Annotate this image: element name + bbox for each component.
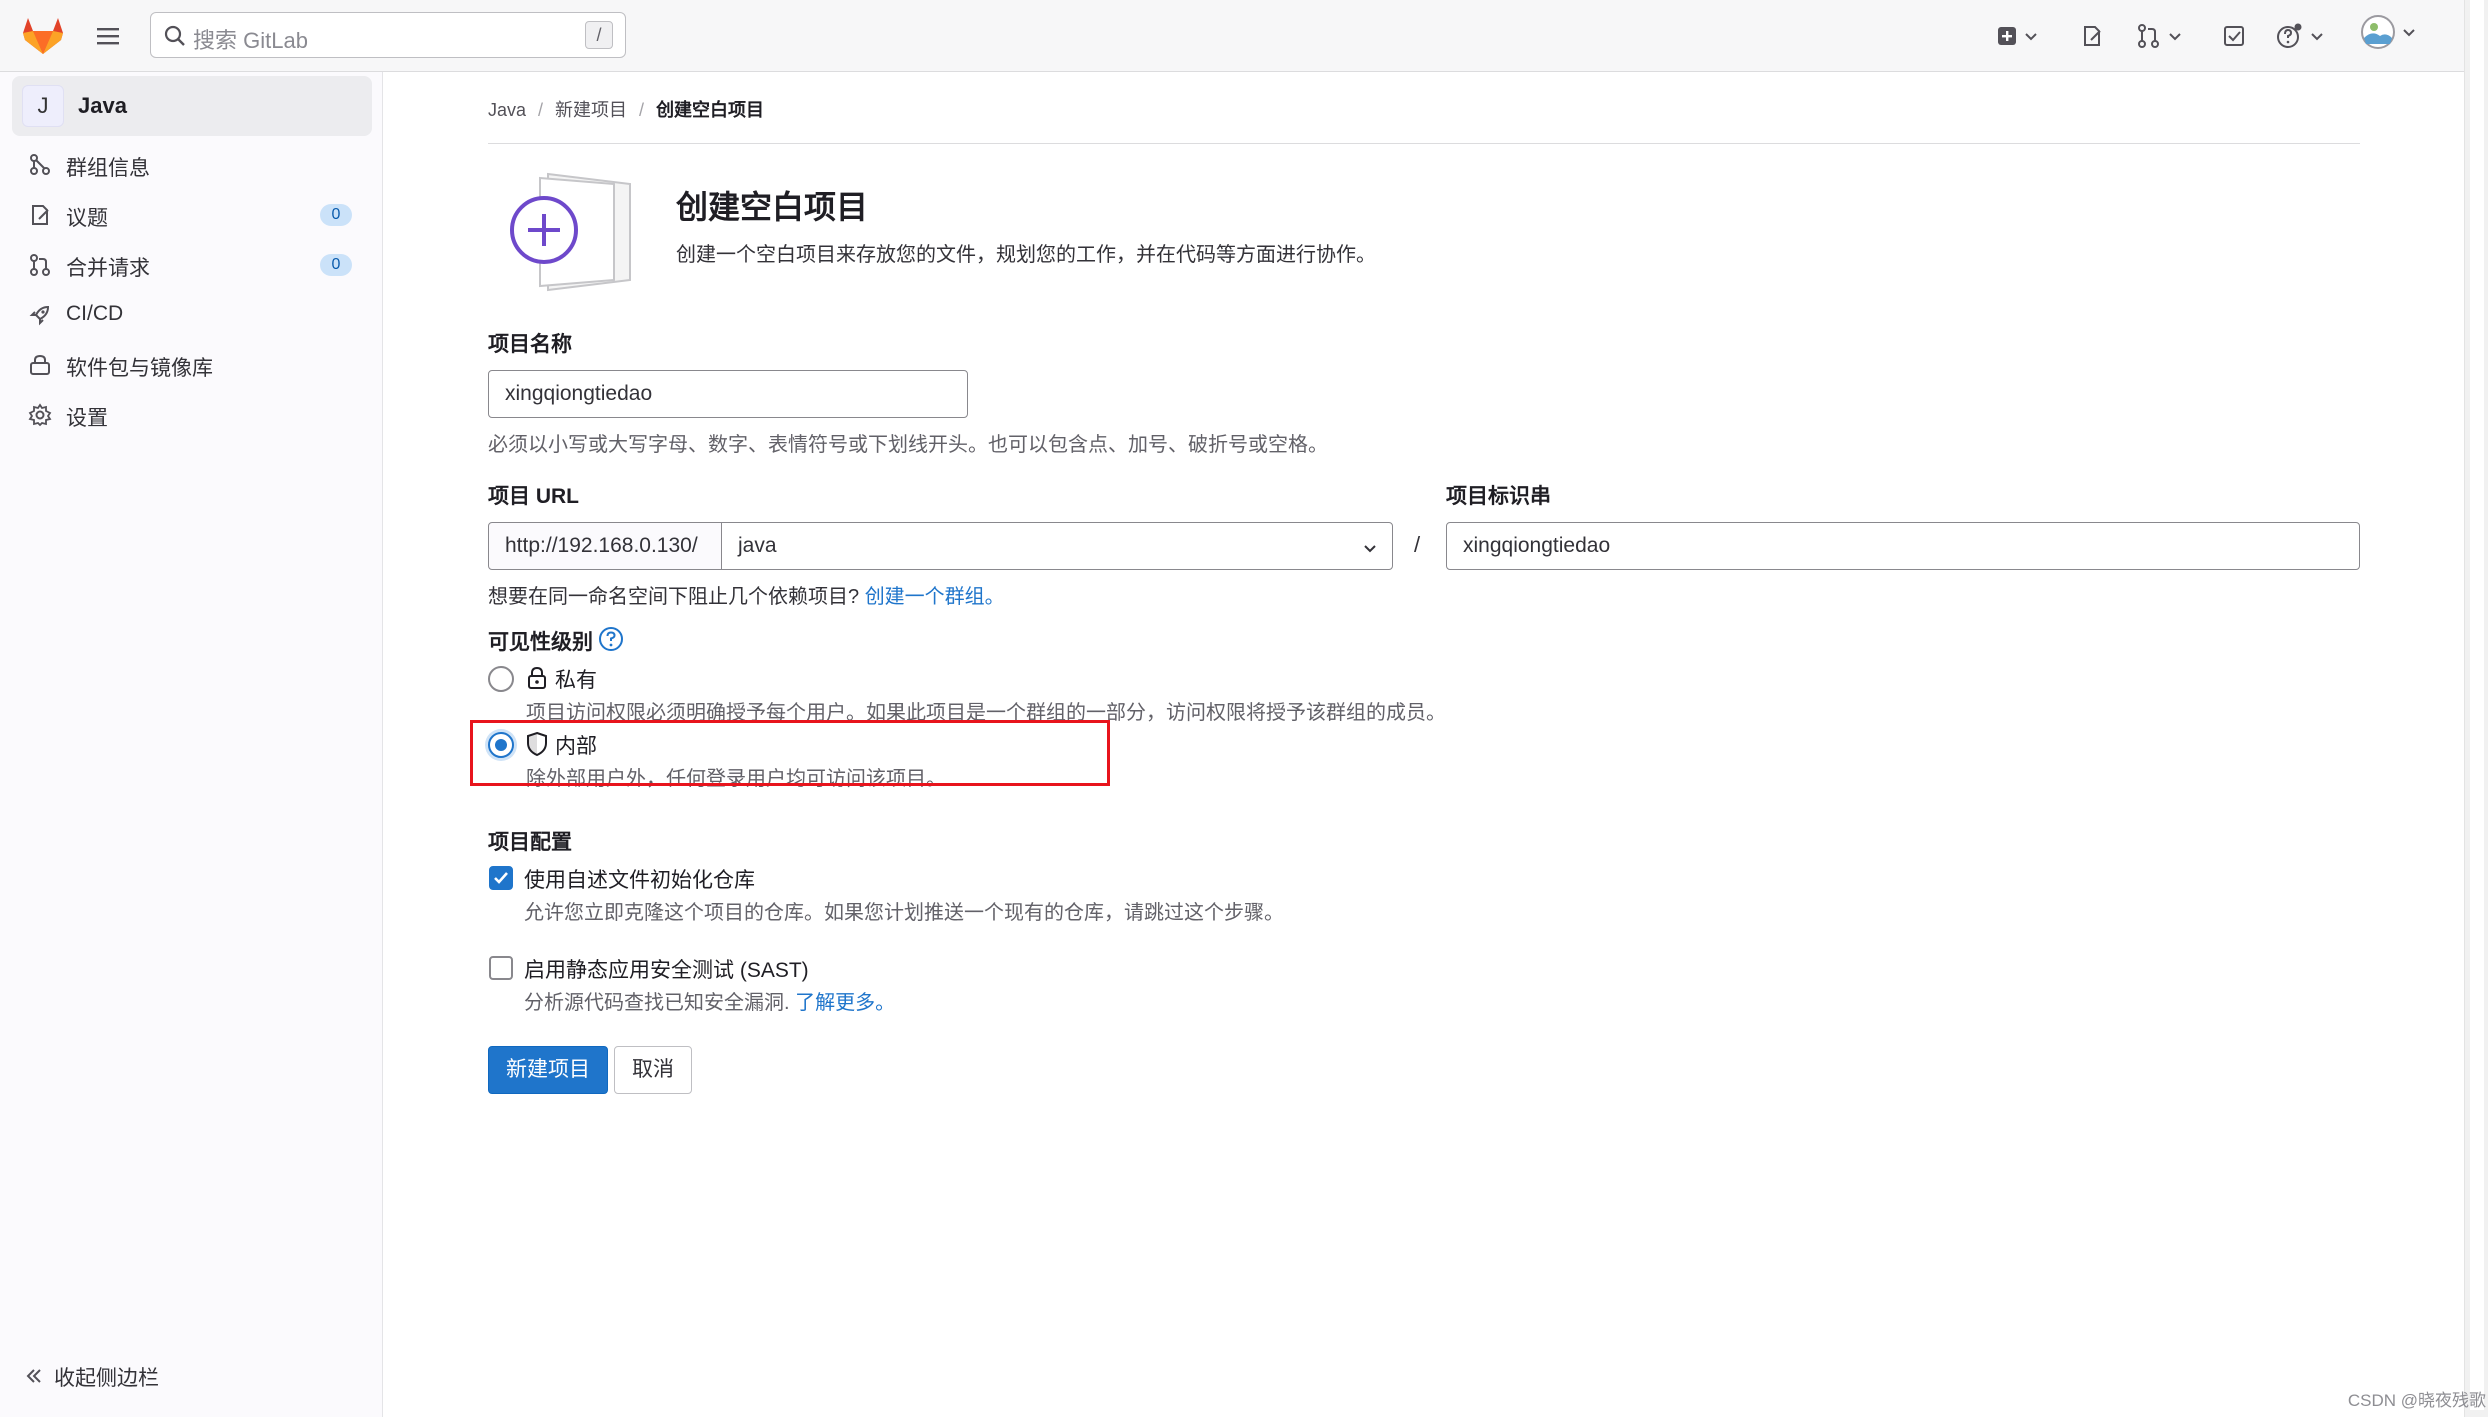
breadcrumb-separator: / <box>639 100 645 120</box>
sidebar-item-label: 议题 <box>66 207 108 230</box>
page-subtitle: 创建一个空白项目来存放您的文件，规划您的工作，并在代码等方面进行协作。 <box>676 244 1376 266</box>
sast-checkbox[interactable] <box>489 956 513 980</box>
init-readme-desc: 允许您立即克隆这个项目的仓库。如果您计划推送一个现有的仓库，请跳过这个步骤。 <box>524 902 1284 924</box>
sast-desc: 分析源代码查找已知安全漏洞. 了解更多。 <box>524 986 895 1015</box>
project-name-input[interactable]: xingqiongtiedao <box>488 370 968 418</box>
help-button[interactable] <box>2276 22 2324 50</box>
todos-button[interactable] <box>2222 22 2246 50</box>
visibility-private-label[interactable]: 私有 <box>555 664 597 694</box>
sidebar-item-group-info[interactable]: 群组信息 <box>12 142 372 186</box>
page-title: 创建空白项目 <box>676 189 869 225</box>
namespace-help-text: 想要在同一命名空间下阻止几个依赖项目? <box>488 586 860 608</box>
hamburger-menu-icon[interactable] <box>94 22 122 50</box>
project-name-label: 项目名称 <box>488 333 572 356</box>
breadcrumb-item-java[interactable]: Java <box>488 100 526 120</box>
issues-button[interactable] <box>2080 22 2104 50</box>
namespace-select[interactable]: java <box>721 522 1393 570</box>
search-shortcut-key: / <box>585 21 613 49</box>
user-avatar-icon <box>2361 15 2395 49</box>
lock-icon <box>528 666 546 689</box>
project-config-label: 项目配置 <box>488 831 572 854</box>
sidebar-item-label: 群组信息 <box>66 157 150 180</box>
project-name-help: 必须以小写或大写字母、数字、表情符号或下划线开头。也可以包含点、加号、破折号或空… <box>488 434 1328 456</box>
chevron-down-icon <box>2169 33 2181 41</box>
issues-icon <box>2084 26 2101 46</box>
merge-request-icon <box>30 254 50 276</box>
chevron-down-icon <box>2311 33 2323 41</box>
merge-requests-count-badge: 0 <box>320 254 352 276</box>
divider <box>488 143 2360 144</box>
highlight-box <box>470 720 1110 786</box>
merge-request-icon <box>2138 24 2159 48</box>
project-name: Java <box>78 93 127 118</box>
init-readme-checkbox[interactable] <box>489 866 513 890</box>
user-menu-button[interactable] <box>2360 15 2416 49</box>
sast-desc-text: 分析源代码查找已知安全漏洞. <box>524 992 790 1014</box>
issues-count-badge: 0 <box>320 204 352 226</box>
cancel-button[interactable]: 取消 <box>614 1046 692 1094</box>
namespace-value: java <box>738 534 777 557</box>
project-url-label: 项目 URL <box>488 485 579 508</box>
double-chevron-left-icon <box>26 1369 41 1383</box>
sidebar-item-ci-cd[interactable]: CI/CD <box>12 292 372 336</box>
checkmark-icon <box>494 872 508 884</box>
gitlab-logo-icon[interactable] <box>22 16 64 56</box>
plus-square-icon <box>1998 27 2016 45</box>
settings-icon <box>28 403 52 427</box>
breadcrumb: Java / 新建项目 / 创建空白项目 <box>488 96 776 122</box>
issues-icon <box>32 205 49 225</box>
breadcrumb-item-current[interactable]: 创建空白项目 <box>656 100 764 120</box>
help-icon <box>2277 23 2302 48</box>
merge-requests-button[interactable] <box>2136 22 2182 50</box>
search-icon <box>164 25 185 46</box>
sidebar-item-issues[interactable]: 议题 0 <box>12 192 372 236</box>
sidebar: J Java 群组信息 议题 0 合并请求 0 CI/CD 软件包与镜像库 设置… <box>0 72 383 1417</box>
sidebar-item-label: 软件包与镜像库 <box>66 357 213 380</box>
rocket-icon <box>29 305 50 326</box>
project-url-prefix: http://192.168.0.130/ <box>488 522 722 570</box>
group-info-icon <box>30 154 50 175</box>
window-scrollbar[interactable] <box>2464 0 2488 1417</box>
sidebar-item-label: 设置 <box>66 407 108 430</box>
init-readme-label[interactable]: 使用自述文件初始化仓库 <box>524 864 755 894</box>
breadcrumb-separator: / <box>538 100 544 120</box>
help-circle-icon[interactable] <box>598 626 624 652</box>
create-group-link[interactable]: 创建一个群组。 <box>865 586 1005 608</box>
search-input[interactable]: 搜索 GitLab / <box>150 12 626 58</box>
sidebar-item-settings[interactable]: 设置 <box>12 392 372 436</box>
sidebar-item-label: 合并请求 <box>66 257 150 280</box>
breadcrumb-item-new-project[interactable]: 新建项目 <box>555 100 627 120</box>
sidebar-project-header[interactable]: J Java <box>12 76 372 136</box>
learn-more-link[interactable]: 了解更多。 <box>795 992 895 1014</box>
namespace-help: 想要在同一命名空间下阻止几个依赖项目? 创建一个群组。 <box>488 580 1005 609</box>
url-separator: / <box>1414 532 1421 557</box>
project-avatar: J <box>22 85 64 127</box>
create-project-button[interactable]: 新建项目 <box>488 1046 608 1094</box>
blank-project-illustration <box>510 172 631 292</box>
chevron-down-icon <box>2025 33 2037 41</box>
create-new-button[interactable] <box>1996 22 2038 50</box>
top-bar: 搜索 GitLab / <box>0 0 2464 72</box>
visibility-private-radio[interactable] <box>488 666 514 692</box>
chevron-down-icon <box>1364 545 1376 553</box>
watermark: CSDN @晓夜残歌 <box>2347 1391 2486 1410</box>
package-icon <box>30 354 50 375</box>
project-slug-label: 项目标识串 <box>1446 485 1551 508</box>
search-placeholder: 搜索 GitLab <box>193 28 308 53</box>
sast-label[interactable]: 启用静态应用安全测试 (SAST) <box>524 954 809 984</box>
visibility-label: 可见性级别 <box>488 631 593 654</box>
sidebar-item-label: CI/CD <box>66 302 124 325</box>
todos-icon <box>2224 26 2244 46</box>
collapse-sidebar-label: 收起侧边栏 <box>54 1367 159 1390</box>
chevron-down-icon <box>2403 29 2415 37</box>
project-slug-input[interactable]: xingqiongtiedao <box>1446 522 2360 570</box>
sidebar-item-packages-registries[interactable]: 软件包与镜像库 <box>12 342 372 386</box>
sidebar-item-merge-requests[interactable]: 合并请求 0 <box>12 242 372 286</box>
scrollbar-thumb[interactable] <box>2470 0 2484 1410</box>
